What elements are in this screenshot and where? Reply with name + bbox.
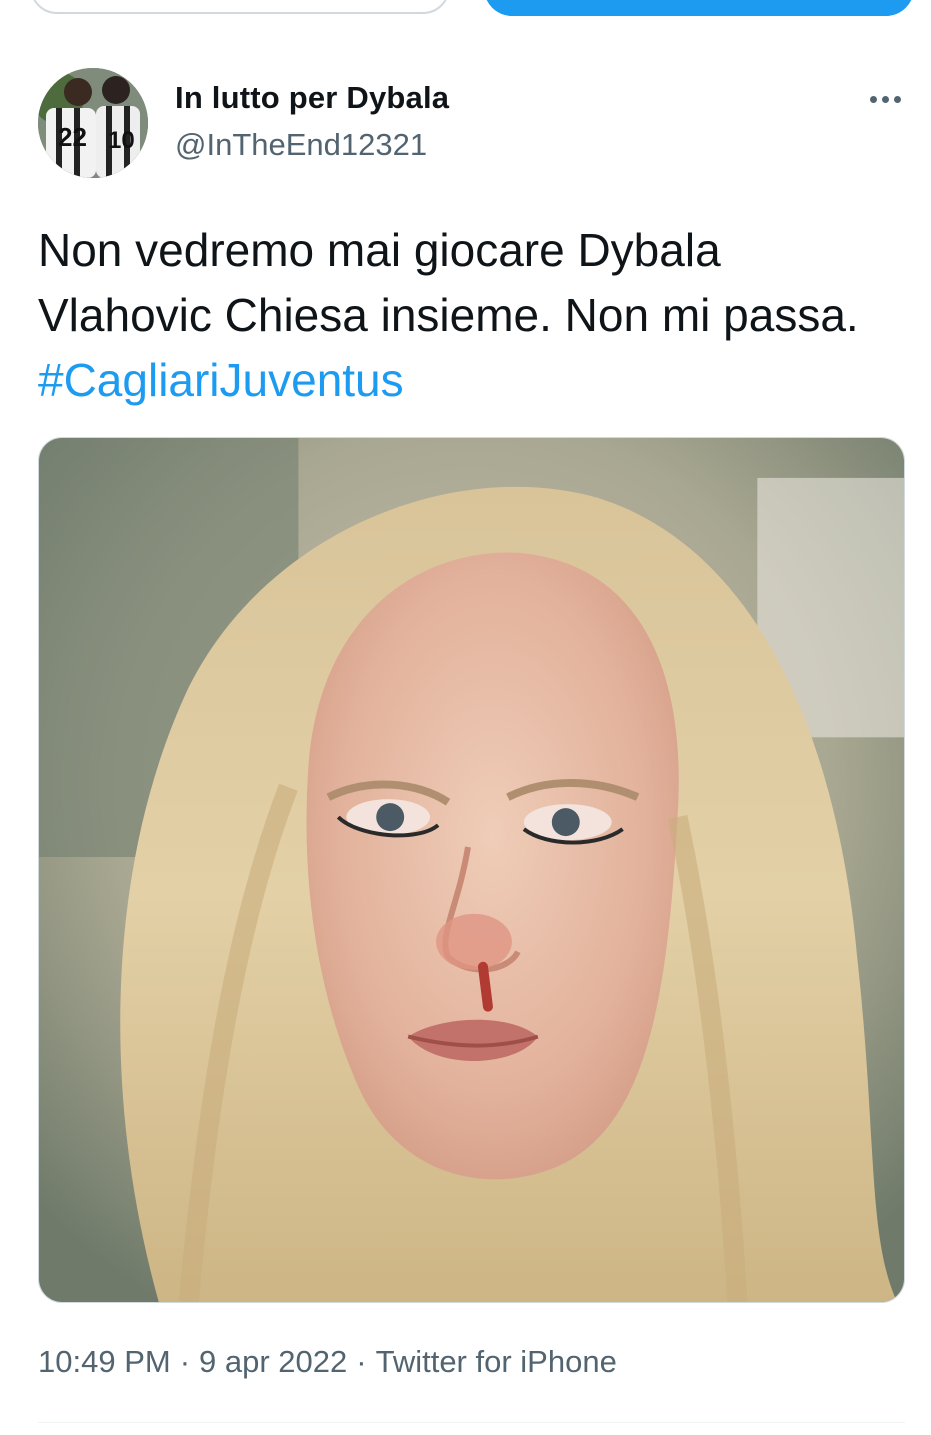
author-display-name[interactable]: In lutto per Dybala (175, 80, 449, 116)
avatar-jersey-number-1: 22 (58, 122, 87, 152)
meta-separator: · (356, 1344, 367, 1379)
meta-separator: · (179, 1344, 191, 1379)
more-options-button[interactable] (860, 82, 910, 116)
tweet-text: Non vedremo mai giocare Dybala Vlahovic … (38, 218, 898, 413)
avatar[interactable]: 22 10 (38, 68, 148, 178)
tweet-time-link[interactable]: 10:49 PM (38, 1344, 171, 1379)
tweet-body: Non vedremo mai giocare Dybala Vlahovic … (38, 224, 859, 341)
divider (38, 1422, 905, 1423)
tweet-meta: 10:49 PM · 9 apr 2022 · Twitter for iPhone (38, 1344, 617, 1380)
tweet-date-link[interactable]: 9 apr 2022 (199, 1344, 347, 1379)
tweet-source-link[interactable]: Twitter for iPhone (376, 1344, 617, 1379)
tweet-detail: 22 10 In lutto per Dybala @InTheEnd12321… (0, 0, 931, 1435)
tweet-photo[interactable] (38, 437, 905, 1303)
hashtag-link[interactable]: #CagliariJuventus (38, 354, 404, 406)
more-horizontal-icon (869, 95, 901, 103)
secondary-action-button[interactable] (30, 0, 450, 14)
author-handle[interactable]: @InTheEnd12321 (175, 127, 427, 163)
primary-action-button[interactable] (484, 0, 914, 16)
avatar-jersey-number-2: 10 (108, 127, 135, 154)
